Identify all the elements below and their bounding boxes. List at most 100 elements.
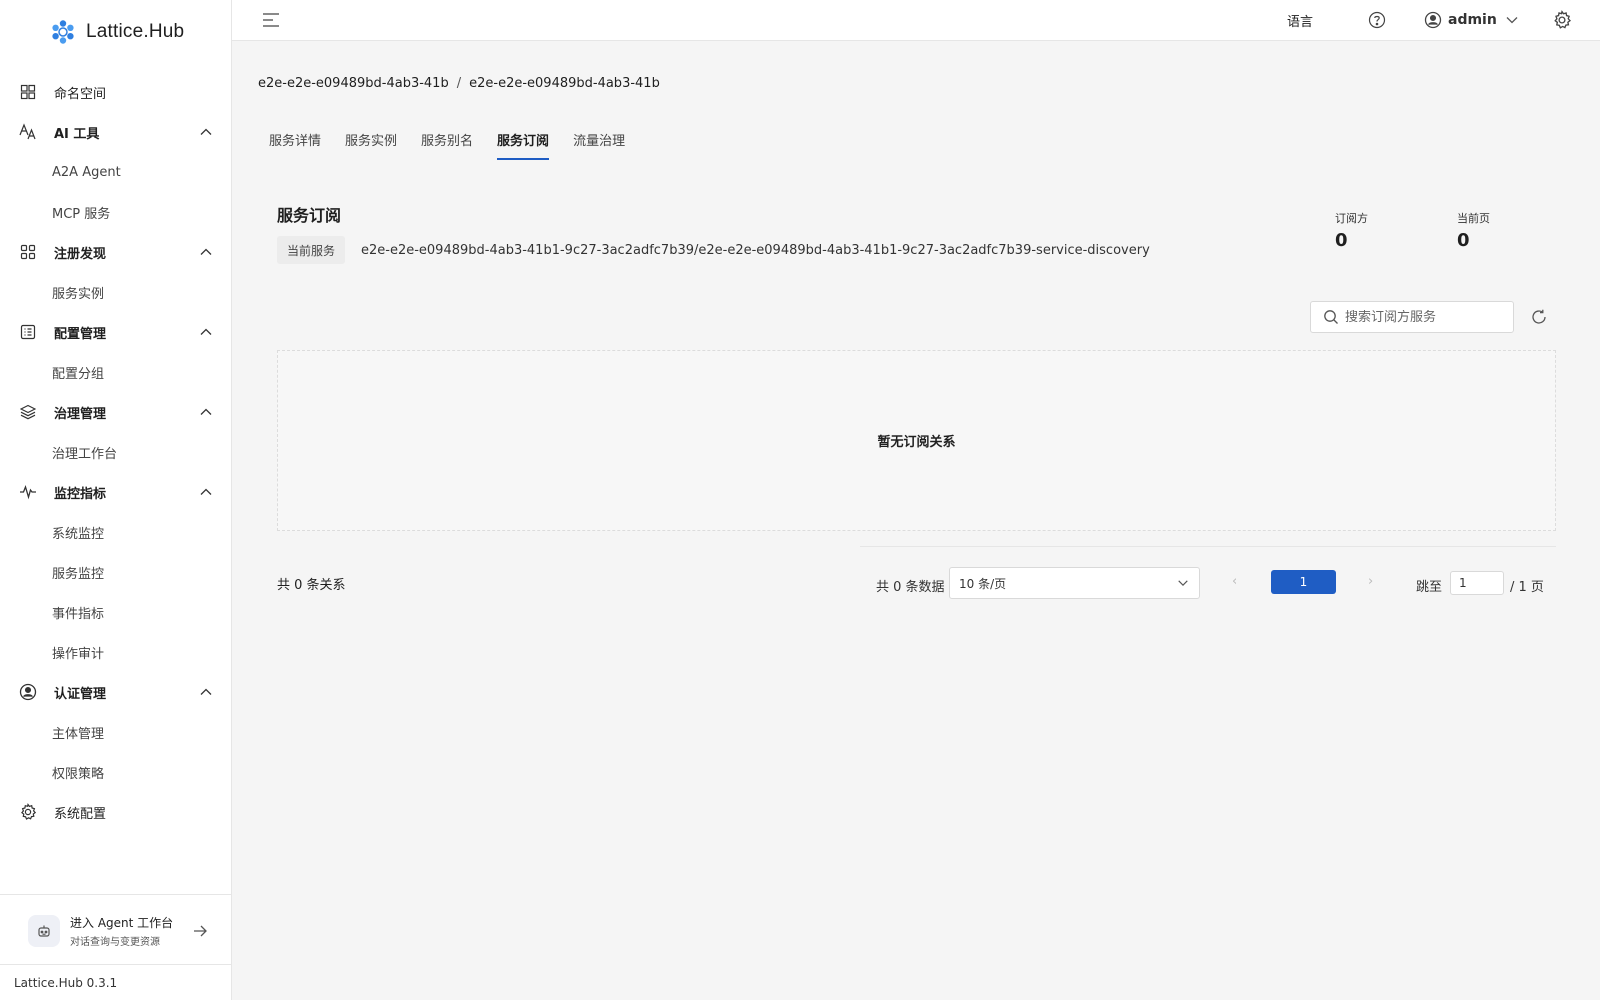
chevron-up-icon — [200, 488, 212, 495]
pulse-icon — [19, 483, 37, 501]
user-circle-icon — [19, 683, 37, 701]
lattice-logo-icon — [52, 20, 74, 44]
user-avatar-icon — [1424, 11, 1442, 29]
empty-state: 暂无订阅关系 — [277, 350, 1556, 531]
gear-icon — [19, 803, 37, 821]
service-tabs: 服务详情 服务实例 服务别名 服务订阅 流量治理 — [258, 124, 638, 160]
refresh-icon[interactable] — [1530, 308, 1548, 326]
subscriber-search — [1310, 301, 1514, 333]
agent-workbench-button[interactable]: 进入 Agent 工作台 对话查询与变更资源 — [28, 913, 208, 949]
section-title: 服务订阅 — [277, 206, 342, 225]
sidebar-group-config[interactable]: 配置管理 — [0, 312, 231, 352]
chevron-down-icon — [1178, 580, 1188, 586]
sidebar-group-label: 注册发现 — [54, 246, 107, 262]
breadcrumb-namespace[interactable]: e2e-e2e-e09489bd-4ab3-41b — [258, 76, 449, 91]
stat-value: 0 — [1335, 230, 1348, 251]
user-name: admin — [1448, 12, 1497, 28]
agent-card-subtitle: 对话查询与变更资源 — [70, 937, 160, 948]
sidebar-group-label: 监控指标 — [54, 486, 107, 502]
breadcrumb-separator: / — [456, 76, 462, 91]
sidebar-item-service-monitor[interactable]: 服务监控 — [0, 552, 231, 592]
chevron-up-icon — [200, 128, 212, 135]
user-menu[interactable]: admin — [1424, 10, 1519, 30]
total-relations: 共 0 条关系 — [277, 578, 346, 593]
app-name: Lattice.Hub — [86, 21, 185, 42]
sidebar-group-label: AI 工具 — [54, 126, 100, 142]
chevron-up-icon — [200, 248, 212, 255]
sidebar-group-label: 治理管理 — [54, 406, 107, 422]
tab-traffic-governance[interactable]: 流量治理 — [573, 124, 625, 160]
page-size-value: 10 条/页 — [959, 576, 1007, 591]
sidebar-group-auth[interactable]: 认证管理 — [0, 672, 231, 712]
sidebar-group-label: 配置管理 — [54, 326, 107, 342]
page-size-select[interactable]: 10 条/页 — [949, 567, 1200, 599]
stat-label: 当前页 — [1457, 212, 1490, 225]
agent-card-text: 进入 Agent 工作台 对话查询与变更资源 — [70, 914, 173, 948]
chevron-up-icon — [200, 688, 212, 695]
stat-subscribers: 订阅方 0 — [1335, 210, 1368, 251]
sidebar-item-principals[interactable]: 主体管理 — [0, 712, 231, 752]
jump-to-label: 跳至 — [1416, 580, 1443, 595]
sidebar-footer: 进入 Agent 工作台 对话查询与变更资源 — [0, 894, 231, 964]
sidebar-item-mcp-service[interactable]: MCP 服务 — [0, 192, 231, 232]
robot-icon — [28, 915, 60, 947]
empty-state-text: 暂无订阅关系 — [877, 435, 956, 450]
current-service-tag: 当前服务 — [277, 236, 346, 264]
chevron-down-icon — [1506, 17, 1518, 24]
pagination-next-button[interactable]: › — [1368, 574, 1373, 589]
sidebar-item-a2a-agent[interactable]: A2A Agent — [0, 152, 231, 192]
chevron-up-icon — [200, 328, 212, 335]
sidebar-item-policies[interactable]: 权限策略 — [0, 752, 231, 792]
top-header: 语言 admin — [232, 0, 1600, 41]
app-version: Lattice.Hub 0.3.1 — [0, 964, 231, 1000]
stat-label: 订阅方 — [1335, 212, 1368, 225]
current-service-value: e2e-e2e-e09489bd-4ab3-41b1-9c27-3ac2adfc… — [361, 243, 1150, 258]
tab-service-subscription[interactable]: 服务订阅 — [497, 124, 550, 160]
sidebar-item-governance-workbench[interactable]: 治理工作台 — [0, 432, 231, 472]
sidebar-item-config-group[interactable]: 配置分组 — [0, 352, 231, 392]
sidebar-item-system-monitor[interactable]: 系统监控 — [0, 512, 231, 552]
sidebar-group-ai-tools[interactable]: AI 工具 — [0, 112, 231, 152]
list-icon — [19, 323, 37, 341]
tab-service-details[interactable]: 服务详情 — [269, 124, 321, 160]
sidebar-group-governance[interactable]: 治理管理 — [0, 392, 231, 432]
pagination-page-1[interactable]: 1 — [1271, 570, 1336, 594]
help-icon[interactable] — [1368, 11, 1386, 29]
sidebar-item-service-instances[interactable]: 服务实例 — [0, 272, 231, 312]
pagination-prev-button[interactable]: ‹ — [1232, 574, 1237, 589]
sidebar-item-label: 命名空间 — [54, 86, 107, 102]
sidebar-item-event-metrics[interactable]: 事件指标 — [0, 592, 231, 632]
ai-tools-icon — [19, 123, 37, 141]
sidebar-item-audit-log[interactable]: 操作审计 — [0, 632, 231, 672]
stat-value: 0 — [1457, 230, 1470, 251]
arrow-right-icon — [194, 925, 207, 937]
sidebar: Lattice.Hub 命名空间 AI 工具 A2A Agent MCP 服务 … — [0, 0, 232, 1000]
settings-gear-icon[interactable] — [1552, 10, 1572, 30]
jump-to-input[interactable] — [1450, 571, 1504, 595]
app-logo[interactable]: Lattice.Hub — [50, 16, 184, 48]
sidebar-nav: 命名空间 AI 工具 A2A Agent MCP 服务 注册发现 服务实例 配置… — [0, 72, 231, 832]
layers-icon — [19, 403, 37, 421]
divider — [860, 546, 1556, 547]
language-switch[interactable]: 语言 — [1287, 11, 1313, 30]
sidebar-item-label: 系统配置 — [54, 806, 107, 822]
stat-current-page: 当前页 0 — [1457, 210, 1490, 251]
sidebar-item-namespace[interactable]: 命名空间 — [0, 72, 231, 112]
grid-icon — [19, 243, 37, 261]
chevron-up-icon — [200, 408, 212, 415]
namespace-icon — [19, 83, 37, 101]
sidebar-group-monitoring[interactable]: 监控指标 — [0, 472, 231, 512]
tab-service-instances[interactable]: 服务实例 — [345, 124, 397, 160]
breadcrumb: e2e-e2e-e09489bd-4ab3-41b / e2e-e2e-e094… — [258, 76, 660, 91]
sidebar-group-label: 认证管理 — [54, 686, 107, 702]
search-icon — [1324, 310, 1338, 324]
tab-service-alias[interactable]: 服务别名 — [421, 124, 473, 160]
total-pages: / 1 页 — [1510, 580, 1544, 595]
sidebar-group-registry[interactable]: 注册发现 — [0, 232, 231, 272]
sidebar-item-system-settings[interactable]: 系统配置 — [0, 792, 231, 832]
search-input[interactable] — [1345, 309, 1505, 325]
breadcrumb-current: e2e-e2e-e09489bd-4ab3-41b — [469, 76, 660, 91]
menu-toggle-icon[interactable] — [262, 12, 280, 28]
pagination-total: 共 0 条数据 — [876, 580, 945, 595]
agent-card-title: 进入 Agent 工作台 — [70, 916, 174, 930]
